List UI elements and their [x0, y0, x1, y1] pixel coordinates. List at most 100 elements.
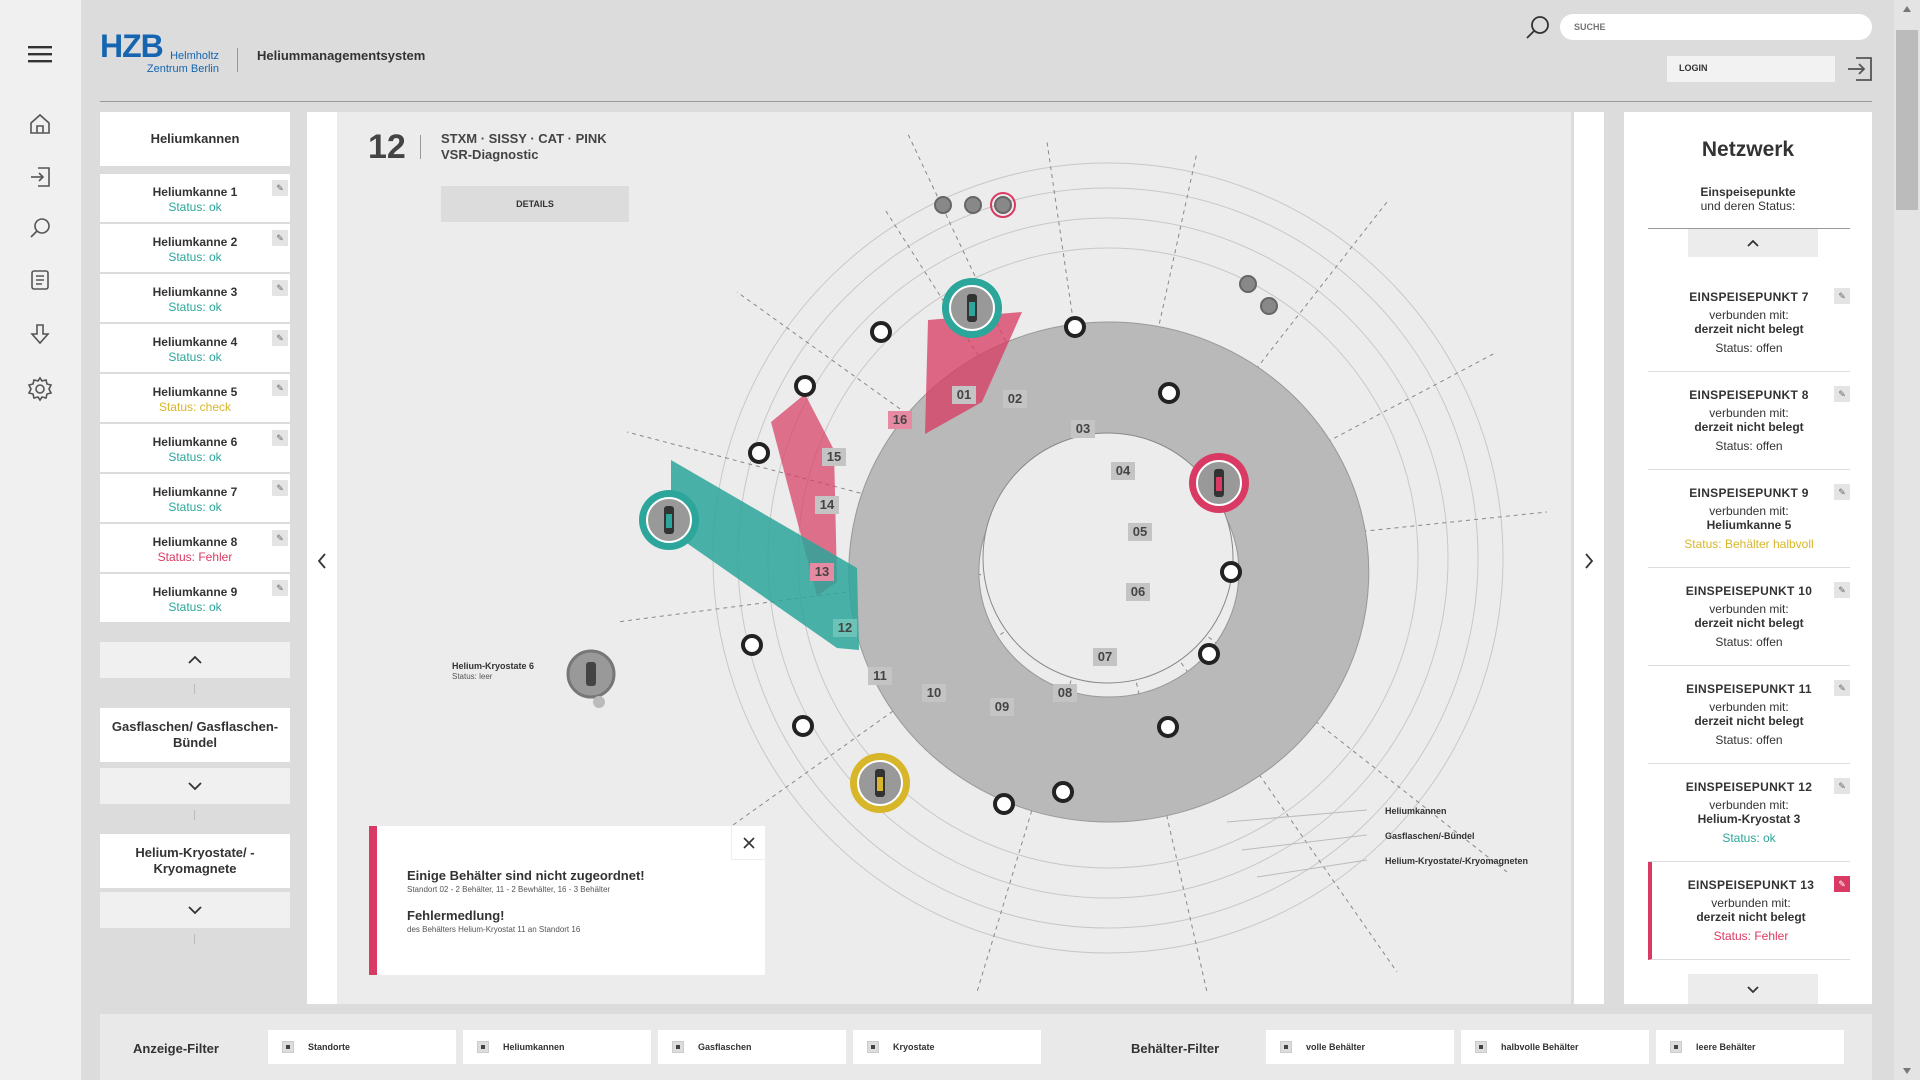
feed-point-marker[interactable]	[993, 793, 1015, 815]
import-icon[interactable]	[24, 161, 56, 193]
heliumkanne-item[interactable]: Heliumkanne 1 Status: ok ✎	[100, 174, 290, 222]
feed-point-item[interactable]: EINSPEISEPUNKT 7 verbunden mit: derzeit ni…	[1648, 274, 1850, 372]
checkbox-icon[interactable]	[1475, 1041, 1487, 1053]
details-button[interactable]: DETAILS	[441, 186, 629, 222]
checkbox-icon[interactable]	[672, 1041, 684, 1053]
feed-point-marker[interactable]	[792, 715, 814, 737]
unassigned-container-marker[interactable]	[994, 196, 1012, 214]
heliumkanne-item[interactable]: Heliumkanne 2 Status: ok ✎	[100, 224, 290, 272]
heliumkanne-item[interactable]: Heliumkanne 6 Status: ok ✎	[100, 424, 290, 472]
container-node[interactable]	[942, 278, 1002, 338]
close-icon[interactable]	[731, 826, 765, 860]
container-filter-chip[interactable]: leere Behälter	[1656, 1030, 1844, 1064]
feed-point-marker[interactable]	[1157, 716, 1179, 738]
feed-point-marker[interactable]	[1198, 643, 1220, 665]
heliumkanne-item[interactable]: Heliumkanne 4 Status: ok ✎	[100, 324, 290, 372]
heliumkannen-header[interactable]: Heliumkannen	[100, 112, 290, 166]
display-filter-chip[interactable]: Heliumkannen	[463, 1030, 651, 1064]
segment-label: 04	[1116, 463, 1131, 478]
edit-icon[interactable]: ✎	[1834, 484, 1850, 500]
collapse-kannen-button[interactable]	[100, 642, 290, 678]
container-filter-chip[interactable]: volle Behälter	[1266, 1030, 1454, 1064]
heliumkanne-status: Status: ok	[168, 600, 222, 614]
map-next-button[interactable]	[1574, 112, 1604, 1004]
feed-point-marker[interactable]	[1052, 781, 1074, 803]
feed-point-item[interactable]: EINSPEISEPUNKT 9 verbunden mit: Heliumkann…	[1648, 470, 1850, 568]
feed-point-marker[interactable]	[1158, 382, 1180, 404]
heliumkanne-item[interactable]: Heliumkanne 7 Status: ok ✎	[100, 474, 290, 522]
heliumkanne-item[interactable]: Heliumkanne 3 Status: ok ✎	[100, 274, 290, 322]
download-icon[interactable]	[24, 318, 56, 350]
display-filter-chip[interactable]: Kryostate	[853, 1030, 1041, 1064]
edit-icon[interactable]: ✎	[1834, 680, 1850, 696]
feed-point-marker[interactable]	[870, 321, 892, 343]
alert-title-unassigned: Einige Behälter sind nicht zugeordnet!	[407, 868, 645, 883]
unassigned-container-marker[interactable]	[1239, 275, 1257, 293]
login-icon[interactable]	[1845, 54, 1875, 84]
container-node[interactable]	[850, 753, 910, 813]
edit-icon[interactable]: ✎	[272, 530, 288, 546]
feed-point-marker[interactable]	[741, 634, 763, 656]
feed-point-marker[interactable]	[1064, 316, 1086, 338]
document-icon[interactable]	[24, 264, 56, 296]
edit-icon[interactable]: ✎	[1834, 876, 1850, 892]
checkbox-icon[interactable]	[1280, 1041, 1292, 1053]
feed-point-item[interactable]: EINSPEISEPUNKT 8 verbunden mit: derzeit ni…	[1648, 372, 1850, 470]
search-icon[interactable]	[1524, 14, 1552, 42]
feed-point-item[interactable]: EINSPEISEPUNKT 10 verbunden mit: derzeit n…	[1648, 568, 1850, 666]
expand-gasflaschen-button[interactable]	[100, 768, 290, 804]
chip-label: halbvolle Behälter	[1501, 1042, 1579, 1052]
feed-point-marker[interactable]	[748, 442, 770, 464]
checkbox-icon[interactable]	[282, 1041, 294, 1053]
feed-point-marker[interactable]	[794, 375, 816, 397]
heliumkanne-item[interactable]: Heliumkanne 8 Status: Fehler ✎	[100, 524, 290, 572]
edit-icon[interactable]: ✎	[1834, 582, 1850, 598]
scrollbar-thumb[interactable]	[1896, 30, 1918, 210]
search-icon[interactable]	[24, 212, 56, 244]
container-node[interactable]	[1189, 453, 1249, 513]
edit-icon[interactable]: ✎	[1834, 778, 1850, 794]
expand-kryostate-button[interactable]	[100, 892, 290, 928]
feed-point-item[interactable]: EINSPEISEPUNKT 13 verbunden mit: derzeit n…	[1648, 862, 1850, 960]
feed-point-connected-with: Helium-Kryostat 3	[1697, 812, 1801, 826]
display-filter-chip[interactable]: Gasflaschen	[658, 1030, 846, 1064]
heliumkanne-item[interactable]: Heliumkanne 5 Status: check ✎	[100, 374, 290, 422]
unassigned-container-marker[interactable]	[1260, 297, 1278, 315]
unassigned-container-marker[interactable]	[964, 196, 982, 214]
kryostat-marker[interactable]	[566, 649, 616, 708]
feed-point-item[interactable]: EINSPEISEPUNKT 12 verbunden mit: Helium-Kr…	[1648, 764, 1850, 862]
chip-label: leere Behälter	[1696, 1042, 1756, 1052]
edit-icon[interactable]: ✎	[272, 330, 288, 346]
edit-icon[interactable]: ✎	[272, 580, 288, 596]
search-input[interactable]	[1560, 14, 1872, 40]
heliumkanne-item[interactable]: Heliumkanne 9 Status: ok ✎	[100, 574, 290, 622]
edit-icon[interactable]: ✎	[1834, 288, 1850, 304]
chip-label: Heliumkannen	[503, 1042, 565, 1052]
gear-icon[interactable]	[24, 373, 56, 405]
edit-icon[interactable]: ✎	[1834, 386, 1850, 402]
checkbox-icon[interactable]	[477, 1041, 489, 1053]
scroll-up-button[interactable]	[1688, 229, 1818, 257]
checkbox-icon[interactable]	[867, 1041, 879, 1053]
scroll-down-button[interactable]	[1688, 974, 1818, 1004]
edit-icon[interactable]: ✎	[272, 230, 288, 246]
gasflaschen-header[interactable]: Gasflaschen/ Gasflaschen-Bündel	[100, 708, 290, 762]
feed-point-marker[interactable]	[1220, 561, 1242, 583]
edit-icon[interactable]: ✎	[272, 480, 288, 496]
edit-icon[interactable]: ✎	[272, 180, 288, 196]
home-icon[interactable]	[24, 108, 56, 140]
edit-icon[interactable]: ✎	[272, 380, 288, 396]
map-prev-button[interactable]	[307, 112, 337, 1004]
unassigned-container-marker[interactable]	[934, 196, 952, 214]
menu-icon[interactable]	[24, 38, 56, 70]
login-field[interactable]: LOGIN	[1667, 56, 1835, 82]
feed-point-name: EINSPEISEPUNKT 12	[1685, 780, 1813, 794]
feed-point-item[interactable]: EINSPEISEPUNKT 11 verbunden mit: derzeit n…	[1648, 666, 1850, 764]
kryostate-header[interactable]: Helium-Kryostate/ -Kryomagnete	[100, 834, 290, 888]
container-filter-chip[interactable]: halbvolle Behälter	[1461, 1030, 1649, 1064]
checkbox-icon[interactable]	[1670, 1041, 1682, 1053]
display-filter-chip[interactable]: Standorte	[268, 1030, 456, 1064]
edit-icon[interactable]: ✎	[272, 430, 288, 446]
container-node[interactable]	[639, 490, 699, 550]
edit-icon[interactable]: ✎	[272, 280, 288, 296]
